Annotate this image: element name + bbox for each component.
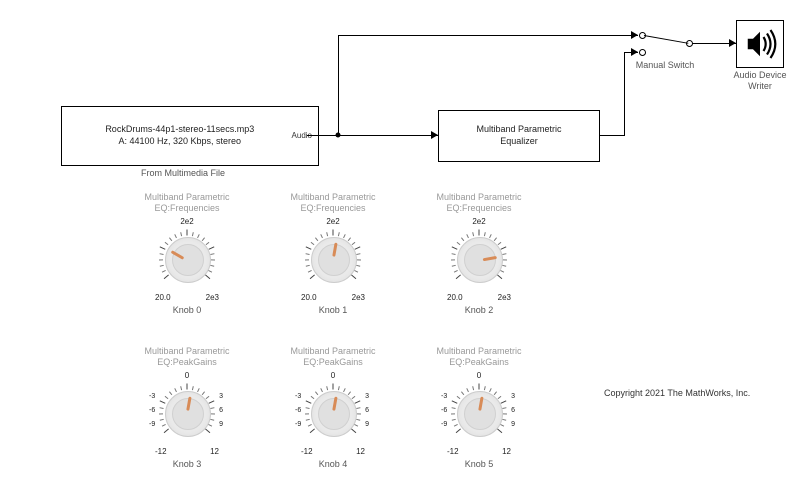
source-file-name: RockDrums-44p1-stereo-11secs.mp3 — [68, 124, 292, 136]
knob-scale-top: 0 — [273, 371, 393, 380]
knob-knob-4[interactable]: Multiband ParametricEQ:PeakGains 0-3-6-93… — [273, 346, 393, 469]
knob-param-title: Multiband ParametricEQ:PeakGains — [127, 346, 247, 368]
knob-dial[interactable] — [155, 227, 219, 291]
knob-knob-1[interactable]: Multiband ParametricEQ:Frequencies 2e2 20.… — [273, 192, 393, 315]
knob-scale-top: 0 — [127, 371, 247, 380]
knob-label: Knob 5 — [419, 459, 539, 469]
knob-param-title: Multiband ParametricEQ:PeakGains — [273, 346, 393, 368]
knob-scale-top: 0 — [419, 371, 539, 380]
copyright-text: Copyright 2021 The MathWorks, Inc. — [604, 388, 750, 398]
knob-scale-max: 2e3 — [498, 293, 511, 302]
knob-label: Knob 3 — [127, 459, 247, 469]
wire — [600, 135, 624, 136]
knob-scale-min: -12 — [301, 447, 313, 456]
arrowhead-icon — [631, 31, 638, 39]
wire — [338, 35, 638, 36]
knob-label: Knob 0 — [127, 305, 247, 315]
wire — [307, 135, 438, 136]
from-multimedia-file-caption: From Multimedia File — [61, 168, 305, 178]
knob-scale-max: 2e3 — [352, 293, 365, 302]
knob-param-title: Multiband ParametricEQ:Frequencies — [273, 192, 393, 214]
knob-scale-min: 20.0 — [447, 293, 463, 302]
eq-title-line2: Equalizer — [500, 136, 538, 148]
knob-knob-0[interactable]: Multiband ParametricEQ:Frequencies 2e2 20.… — [127, 192, 247, 315]
knob-scale-top: 2e2 — [127, 217, 247, 226]
knob-dial[interactable] — [301, 227, 365, 291]
knob-scale-min: 20.0 — [155, 293, 171, 302]
knob-label: Knob 2 — [419, 305, 539, 315]
audio-device-writer-caption: Audio Device Writer — [720, 70, 800, 92]
knob-scale-min: -12 — [447, 447, 459, 456]
manual-switch-caption: Manual Switch — [615, 60, 715, 70]
knob-dial[interactable]: -3-6-9369 — [301, 381, 365, 445]
knob-scale-max: 12 — [502, 447, 511, 456]
arrowhead-icon — [431, 131, 438, 139]
from-multimedia-file-block[interactable]: RockDrums-44p1-stereo-11secs.mp3 A: 4410… — [61, 106, 319, 166]
audio-device-writer-block[interactable] — [736, 20, 784, 68]
arrowhead-icon — [729, 39, 736, 47]
knob-scale-top: 2e2 — [273, 217, 393, 226]
knob-scale-max: 12 — [210, 447, 219, 456]
wire — [338, 35, 339, 135]
manual-switch-lever[interactable] — [644, 35, 688, 44]
knob-param-title: Multiband ParametricEQ:Frequencies — [419, 192, 539, 214]
eq-title-line1: Multiband Parametric — [476, 124, 561, 136]
knob-knob-5[interactable]: Multiband ParametricEQ:PeakGains 0-3-6-93… — [419, 346, 539, 469]
knob-scale-min: -12 — [155, 447, 167, 456]
knob-param-title: Multiband ParametricEQ:Frequencies — [127, 192, 247, 214]
knob-scale-max: 12 — [356, 447, 365, 456]
knob-scale-min: 20.0 — [301, 293, 317, 302]
knob-label: Knob 1 — [273, 305, 393, 315]
knob-param-title: Multiband ParametricEQ:PeakGains — [419, 346, 539, 368]
knob-label: Knob 4 — [273, 459, 393, 469]
knob-knob-2[interactable]: Multiband ParametricEQ:Frequencies 2e2 20.… — [419, 192, 539, 315]
knob-dial[interactable]: -3-6-9369 — [155, 381, 219, 445]
knob-dial[interactable]: -3-6-9369 — [447, 381, 511, 445]
multiband-parametric-eq-block[interactable]: Multiband Parametric Equalizer — [438, 110, 600, 162]
knob-scale-top: 2e2 — [419, 217, 539, 226]
knob-dial[interactable] — [447, 227, 511, 291]
switch-input-bottom — [639, 49, 646, 56]
source-file-info: A: 44100 Hz, 320 Kbps, stereo — [68, 136, 292, 148]
knob-scale-max: 2e3 — [206, 293, 219, 302]
speaker-icon — [739, 23, 781, 65]
knob-knob-3[interactable]: Multiband ParametricEQ:PeakGains 0-3-6-93… — [127, 346, 247, 469]
arrowhead-icon — [631, 48, 638, 56]
